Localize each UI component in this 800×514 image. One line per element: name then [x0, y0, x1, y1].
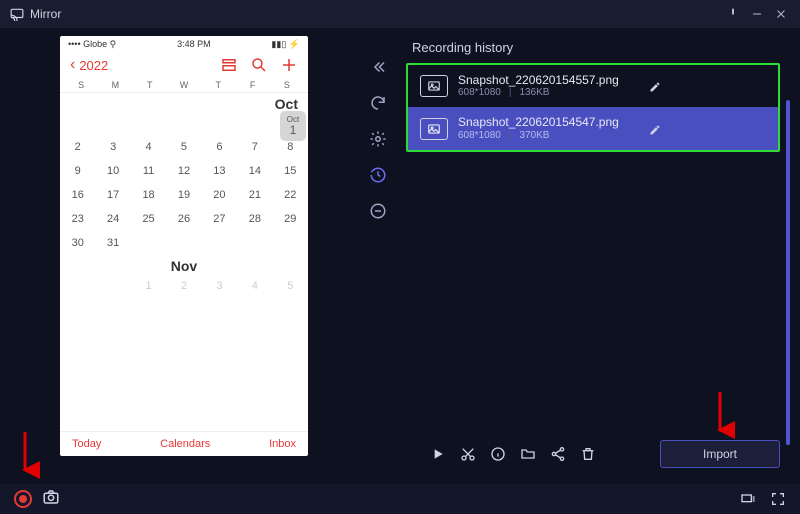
main-area: •••• Globe ⚲ 3:48 PM ▮▮▯ ⚡ ‹ 2022 SMTWTF…	[0, 28, 800, 484]
history-panel: Recording history Snapshot_220620154557.…	[396, 28, 800, 484]
search-icon[interactable]	[250, 56, 268, 74]
history-title: Recording history	[412, 40, 780, 55]
device-list-icon[interactable]	[740, 491, 756, 507]
play-icon[interactable]	[430, 446, 446, 462]
phone-status-bar: •••• Globe ⚲ 3:48 PM ▮▮▯ ⚡	[60, 36, 308, 52]
close-button[interactable]	[772, 5, 790, 23]
history-bottom-bar: Import	[406, 434, 780, 472]
app-title: Mirror	[30, 7, 61, 21]
bottom-bar	[0, 484, 800, 514]
phone-screen: •••• Globe ⚲ 3:48 PM ▮▮▯ ⚡ ‹ 2022 SMTWTF…	[60, 36, 308, 456]
info-icon[interactable]	[490, 446, 506, 462]
calendar-header: ‹ 2022	[60, 52, 308, 78]
inbox-button[interactable]: Inbox	[269, 438, 296, 450]
history-icon[interactable]	[369, 166, 387, 184]
screenshot-button[interactable]	[42, 488, 60, 511]
file-meta: 608*1080|370KB	[458, 130, 619, 142]
share-icon[interactable]	[550, 446, 566, 462]
calendar-year[interactable]: 2022	[79, 58, 108, 73]
collapse-icon[interactable]	[369, 58, 387, 76]
delete-icon[interactable]	[580, 446, 596, 462]
calendar-grid-oct[interactable]: Oct1 2345678 9101112131415 1617181920212…	[60, 111, 308, 255]
file-toolbar	[430, 446, 596, 462]
image-icon	[420, 75, 448, 97]
cut-icon[interactable]	[460, 446, 476, 462]
calendars-button[interactable]: Calendars	[160, 438, 210, 450]
add-icon[interactable]	[280, 56, 298, 74]
right-panel: Recording history Snapshot_220620154557.…	[360, 28, 800, 484]
history-row[interactable]: Snapshot_220620154557.png 608*1080|136KB	[408, 65, 778, 107]
record-button[interactable]	[14, 490, 32, 508]
remove-icon[interactable]	[369, 202, 387, 220]
titlebar: Mirror	[0, 0, 800, 28]
month-nov-label: Nov	[60, 255, 308, 274]
fullscreen-icon[interactable]	[770, 491, 786, 507]
today-button[interactable]: Today	[72, 438, 101, 450]
calendar-grid-nov[interactable]: 12345	[60, 274, 308, 298]
back-chevron-icon[interactable]: ‹	[70, 56, 75, 74]
history-row[interactable]: Snapshot_220620154547.png 608*1080|370KB	[408, 107, 778, 149]
image-icon	[420, 118, 448, 140]
edit-icon[interactable]	[649, 123, 661, 135]
file-meta: 608*1080|136KB	[458, 87, 619, 99]
edit-icon[interactable]	[649, 80, 661, 92]
history-list: Snapshot_220620154557.png 608*1080|136KB…	[406, 63, 780, 152]
vertical-toolbar	[360, 28, 396, 484]
file-name: Snapshot_220620154547.png	[458, 115, 619, 129]
file-name: Snapshot_220620154557.png	[458, 73, 619, 87]
list-view-icon[interactable]	[220, 56, 238, 74]
month-oct-label: Oct	[275, 96, 298, 112]
mirror-panel: •••• Globe ⚲ 3:48 PM ▮▮▯ ⚡ ‹ 2022 SMTWTF…	[0, 28, 360, 484]
dow-row: SMTWTFS	[60, 78, 308, 93]
folder-icon[interactable]	[520, 446, 536, 462]
scrollbar[interactable]	[786, 100, 790, 445]
cast-icon	[10, 7, 24, 21]
settings-icon[interactable]	[369, 130, 387, 148]
refresh-icon[interactable]	[369, 94, 387, 112]
pin-button[interactable]	[724, 5, 742, 23]
calendar-footer: Today Calendars Inbox	[60, 431, 308, 456]
import-button[interactable]: Import	[660, 440, 780, 468]
phone-time: 3:48 PM	[177, 39, 211, 49]
minimize-button[interactable]	[748, 5, 766, 23]
